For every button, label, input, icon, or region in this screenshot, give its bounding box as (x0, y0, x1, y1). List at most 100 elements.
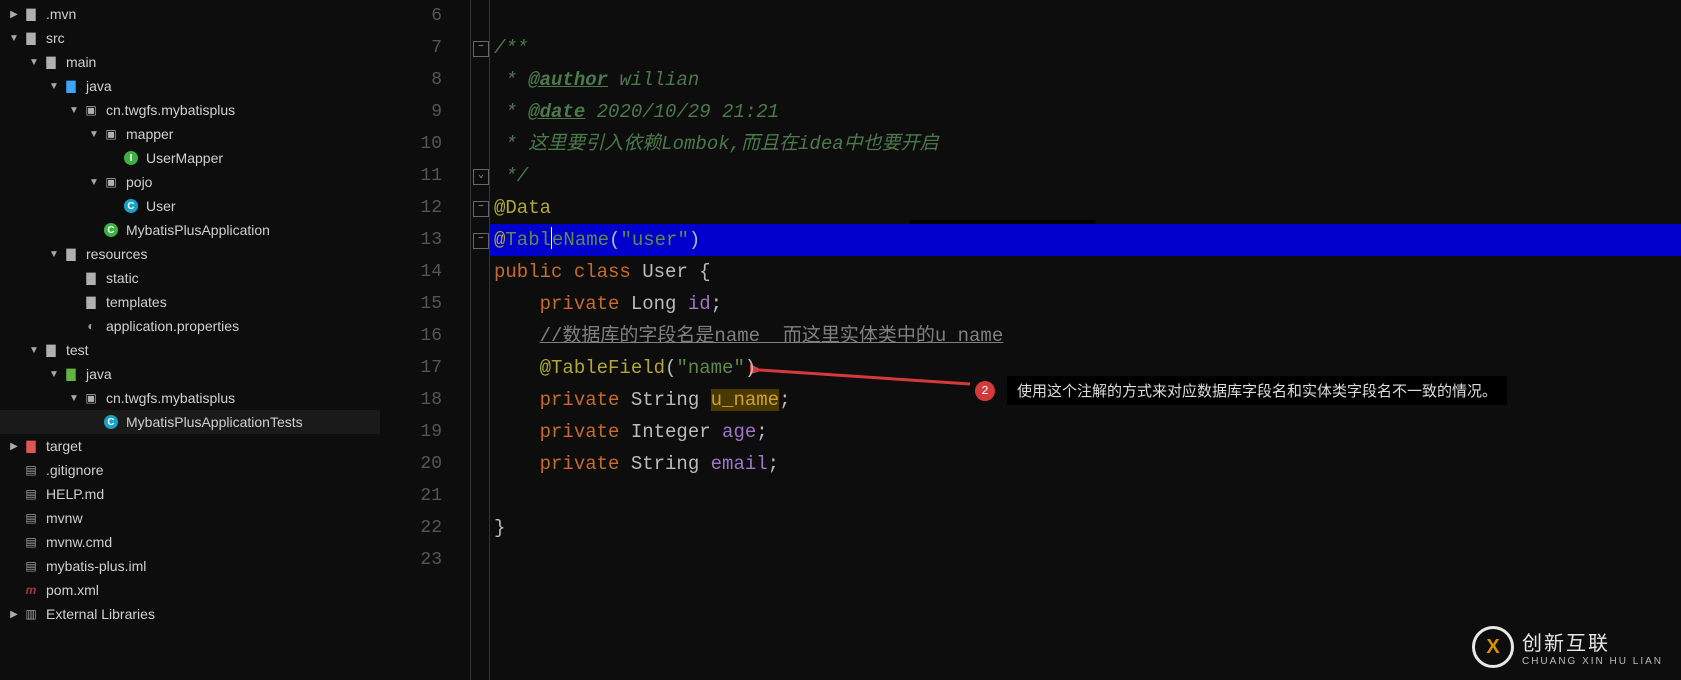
tree-item[interactable]: ▤.gitignore (0, 458, 380, 482)
editor[interactable]: 67891011121314151617181920212223 −⌄−− 1 … (380, 0, 1681, 680)
class-icon: C (122, 197, 140, 215)
tree-item[interactable]: ▼▇ java (0, 74, 380, 98)
disclosure-arrow-icon[interactable]: ▼ (88, 129, 100, 140)
library-icon: ▥ (22, 605, 40, 623)
tree-item[interactable]: ▼▣mapper (0, 122, 380, 146)
disclosure-arrow-icon[interactable]: ▼ (28, 345, 40, 356)
code-line[interactable]: @TableName("user") (490, 224, 1681, 256)
code-line[interactable]: * @date 2020/10/29 21:21 (490, 96, 1681, 128)
tree-item[interactable]: ▼▣pojo (0, 170, 380, 194)
app-root: ▶▇.mvn▼▇src▼▇main▼▇java▼▣cn.twgfs.mybati… (0, 0, 1681, 680)
tree-item-label: src (46, 30, 65, 46)
tree-item[interactable]: ▶▇ target (0, 434, 380, 458)
tree-item[interactable]: ◐application.properties (0, 314, 380, 338)
tree-item[interactable]: ▇static (0, 266, 380, 290)
folder-icon: ▇ (62, 77, 80, 95)
tree-item[interactable]: ▼▇java (0, 362, 380, 386)
code-line[interactable]: @TableField("name") (490, 352, 1681, 384)
tree-item[interactable]: C MybatisPlusApplication (0, 218, 380, 242)
tree-item-label: MybatisPlusApplication (126, 222, 270, 238)
file-icon: ▤ (22, 557, 40, 575)
properties-icon: ◐ (82, 317, 100, 335)
line-number: 15 (380, 288, 470, 320)
fold-collapse-icon[interactable]: − (473, 201, 489, 217)
folder-icon: ▇ (82, 269, 100, 287)
file-icon: ▤ (22, 509, 40, 527)
folder-icon: ▇ (22, 437, 40, 455)
disclosure-arrow-icon[interactable]: ▼ (68, 105, 80, 116)
tree-item[interactable]: I UserMapper (0, 146, 380, 170)
code-line[interactable]: @Data (490, 192, 1681, 224)
fold-collapse-icon[interactable]: − (473, 41, 489, 57)
disclosure-arrow-icon[interactable]: ▼ (88, 177, 100, 188)
tree-item[interactable]: ▼▣cn.twgfs.mybatisplus (0, 386, 380, 410)
disclosure-arrow-icon[interactable]: ▶ (8, 9, 20, 20)
folder-icon: ▇ (22, 29, 40, 47)
fold-end-icon[interactable]: ⌄ (473, 169, 489, 185)
tree-item-label: mvnw (46, 510, 83, 526)
line-number: 10 (380, 128, 470, 160)
tree-item[interactable]: CUser (0, 194, 380, 218)
tree-item-label: target (46, 438, 82, 454)
disclosure-arrow-icon[interactable]: ▶ (8, 441, 20, 452)
code-line[interactable]: //数据库的字段名是name 而这里实体类中的u_name (490, 320, 1681, 352)
line-number: 9 (380, 96, 470, 128)
tree-item[interactable]: ▼▇main (0, 50, 380, 74)
code-line[interactable] (490, 0, 1681, 32)
code-line[interactable] (490, 544, 1681, 576)
package-icon: ▣ (102, 173, 120, 191)
tree-item[interactable]: ▤ mybatis-plus.iml (0, 554, 380, 578)
tree-item-label: mybatis-plus.iml (46, 558, 146, 574)
tree-item[interactable]: ▼▇resources (0, 242, 380, 266)
tree-item-label: java (86, 78, 112, 94)
code-line[interactable]: public class User { (490, 256, 1681, 288)
line-number: 12 (380, 192, 470, 224)
folder-icon: ▇ (22, 5, 40, 23)
fold-collapse-icon[interactable]: − (473, 233, 489, 249)
watermark-en: CHUANG XIN HU LIAN (1522, 656, 1663, 667)
code-line[interactable]: private Long id; (490, 288, 1681, 320)
project-tree[interactable]: ▶▇.mvn▼▇src▼▇main▼▇java▼▣cn.twgfs.mybati… (0, 0, 380, 680)
file-icon: ▤ (22, 533, 40, 551)
disclosure-arrow-icon[interactable]: ▼ (48, 249, 60, 260)
tree-item[interactable]: ▼▣cn.twgfs.mybatisplus (0, 98, 380, 122)
tree-item-label: HELP.md (46, 486, 104, 502)
tree-item[interactable]: ▤mvnw.cmd (0, 530, 380, 554)
line-number: 20 (380, 448, 470, 480)
folder-icon: ▇ (62, 245, 80, 263)
tree-item[interactable]: ▤HELP.md (0, 482, 380, 506)
line-number: 18 (380, 384, 470, 416)
code-line[interactable]: * 这里要引入依赖Lombok,而且在idea中也要开启 (490, 128, 1681, 160)
maven-icon: m (22, 581, 40, 599)
tree-item[interactable]: CMybatisPlusApplicationTests (0, 410, 380, 434)
code-line[interactable]: /** (490, 32, 1681, 64)
disclosure-arrow-icon[interactable]: ▼ (48, 369, 60, 380)
fold-column[interactable]: − ⌄ − − (470, 0, 490, 680)
code-line[interactable]: } (490, 512, 1681, 544)
line-number: 21 (380, 480, 470, 512)
tree-item[interactable]: ▇templates (0, 290, 380, 314)
line-number: 23 (380, 544, 470, 576)
disclosure-arrow-icon[interactable]: ▼ (8, 33, 20, 44)
code-area[interactable]: 1 指定表名，也可以不指定 2 使用这个注解的方式来对应数据库字段名和实体类字段… (490, 0, 1681, 680)
line-number: 13 (380, 224, 470, 256)
tree-item[interactable]: ▼▇ src (0, 26, 380, 50)
spring-class-icon: C (102, 221, 120, 239)
code-line[interactable]: private String email; (490, 448, 1681, 480)
disclosure-arrow-icon[interactable]: ▶ (8, 609, 20, 620)
tree-item[interactable]: ▼▇test (0, 338, 380, 362)
code-line[interactable]: */ (490, 160, 1681, 192)
tree-item[interactable]: ▤ mvnw (0, 506, 380, 530)
code-line[interactable]: private Integer age; (490, 416, 1681, 448)
code-line[interactable]: * @author willian (490, 64, 1681, 96)
code-line[interactable]: private String u_name; (490, 384, 1681, 416)
disclosure-arrow-icon[interactable]: ▼ (48, 81, 60, 92)
disclosure-arrow-icon[interactable]: ▼ (28, 57, 40, 68)
disclosure-arrow-icon[interactable]: ▼ (68, 393, 80, 404)
code-line[interactable] (490, 480, 1681, 512)
tree-item[interactable]: ▶▇.mvn (0, 2, 380, 26)
tree-item[interactable]: mpom.xml (0, 578, 380, 602)
interface-icon: I (122, 149, 140, 167)
tree-item[interactable]: ▶▥External Libraries (0, 602, 380, 626)
tree-item-label: UserMapper (146, 150, 223, 166)
